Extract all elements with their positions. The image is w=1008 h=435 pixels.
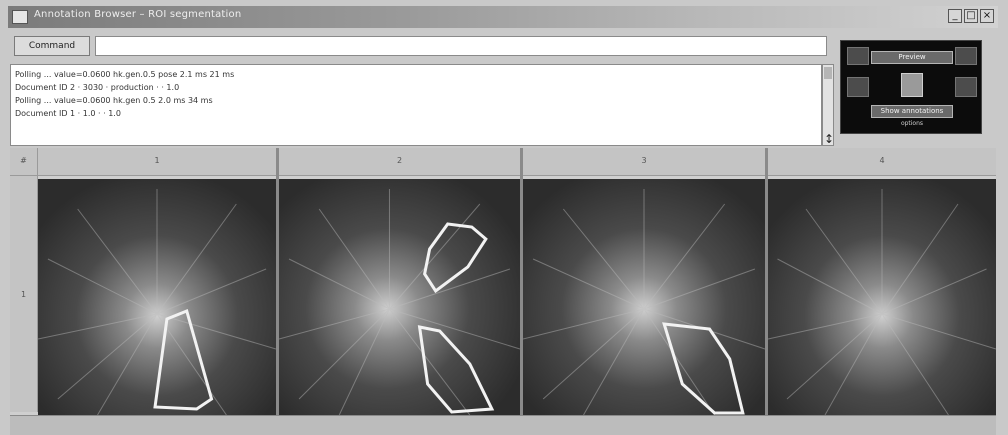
app-icon [12,10,28,24]
image-cell-2[interactable] [279,179,520,415]
log-line: Polling ... value=0.0600 hk.gen 0.5 2.0 … [15,96,213,105]
flower-image [523,179,765,415]
scrollbar-thumb[interactable] [824,67,832,79]
show-annotations-button[interactable]: Show annotations [871,105,953,118]
column-header-4[interactable]: 4 [768,148,996,176]
maximize-icon[interactable]: □ [964,9,978,23]
column-header-1[interactable]: 1 [38,148,276,176]
row-header-1[interactable]: 1 [10,176,38,412]
nav-tile[interactable] [847,47,869,65]
window-controls: _ □ × [948,9,994,23]
navigator-panel: Preview Show annotations options [840,40,982,134]
minimize-icon[interactable]: _ [948,9,962,23]
log-line: Document ID 1 · 1.0 · · 1.0 [15,109,121,118]
log-line: Document ID 2 · 3030 · production · · 1.… [15,83,180,92]
title-bar: Annotation Browser – ROI segmentation _ … [8,6,998,28]
nav-sub-label: options [900,120,924,127]
flower-image [768,179,996,415]
image-cell-4[interactable] [768,179,996,415]
resize-handle-icon[interactable]: ↕ [824,132,834,146]
flower-image [38,179,276,415]
log-output[interactable]: Polling ... value=0.0600 hk.gen.0.5 pose… [10,64,822,146]
close-icon[interactable]: × [980,9,994,23]
preview-button[interactable]: Preview [871,51,953,64]
grid-bottom-strip [10,415,996,435]
flower-image [279,179,520,415]
nav-tile[interactable] [955,47,977,65]
column-header-2[interactable]: 2 [279,148,520,176]
nav-tile[interactable] [955,77,977,97]
log-line: Polling ... value=0.0600 hk.gen.0.5 pose… [15,70,235,79]
window-title: Annotation Browser – ROI segmentation [34,9,242,20]
command-input[interactable] [95,36,827,56]
column-header-3[interactable]: 3 [523,148,765,176]
image-grid: # 1 2 3 4 1 [10,148,996,435]
command-button[interactable]: Command [14,36,90,56]
grid-corner: # [10,148,38,176]
image-cell-1[interactable] [38,179,276,415]
image-cell-3[interactable] [523,179,765,415]
nav-tile[interactable] [847,77,869,97]
nav-center-tile[interactable] [901,73,923,97]
